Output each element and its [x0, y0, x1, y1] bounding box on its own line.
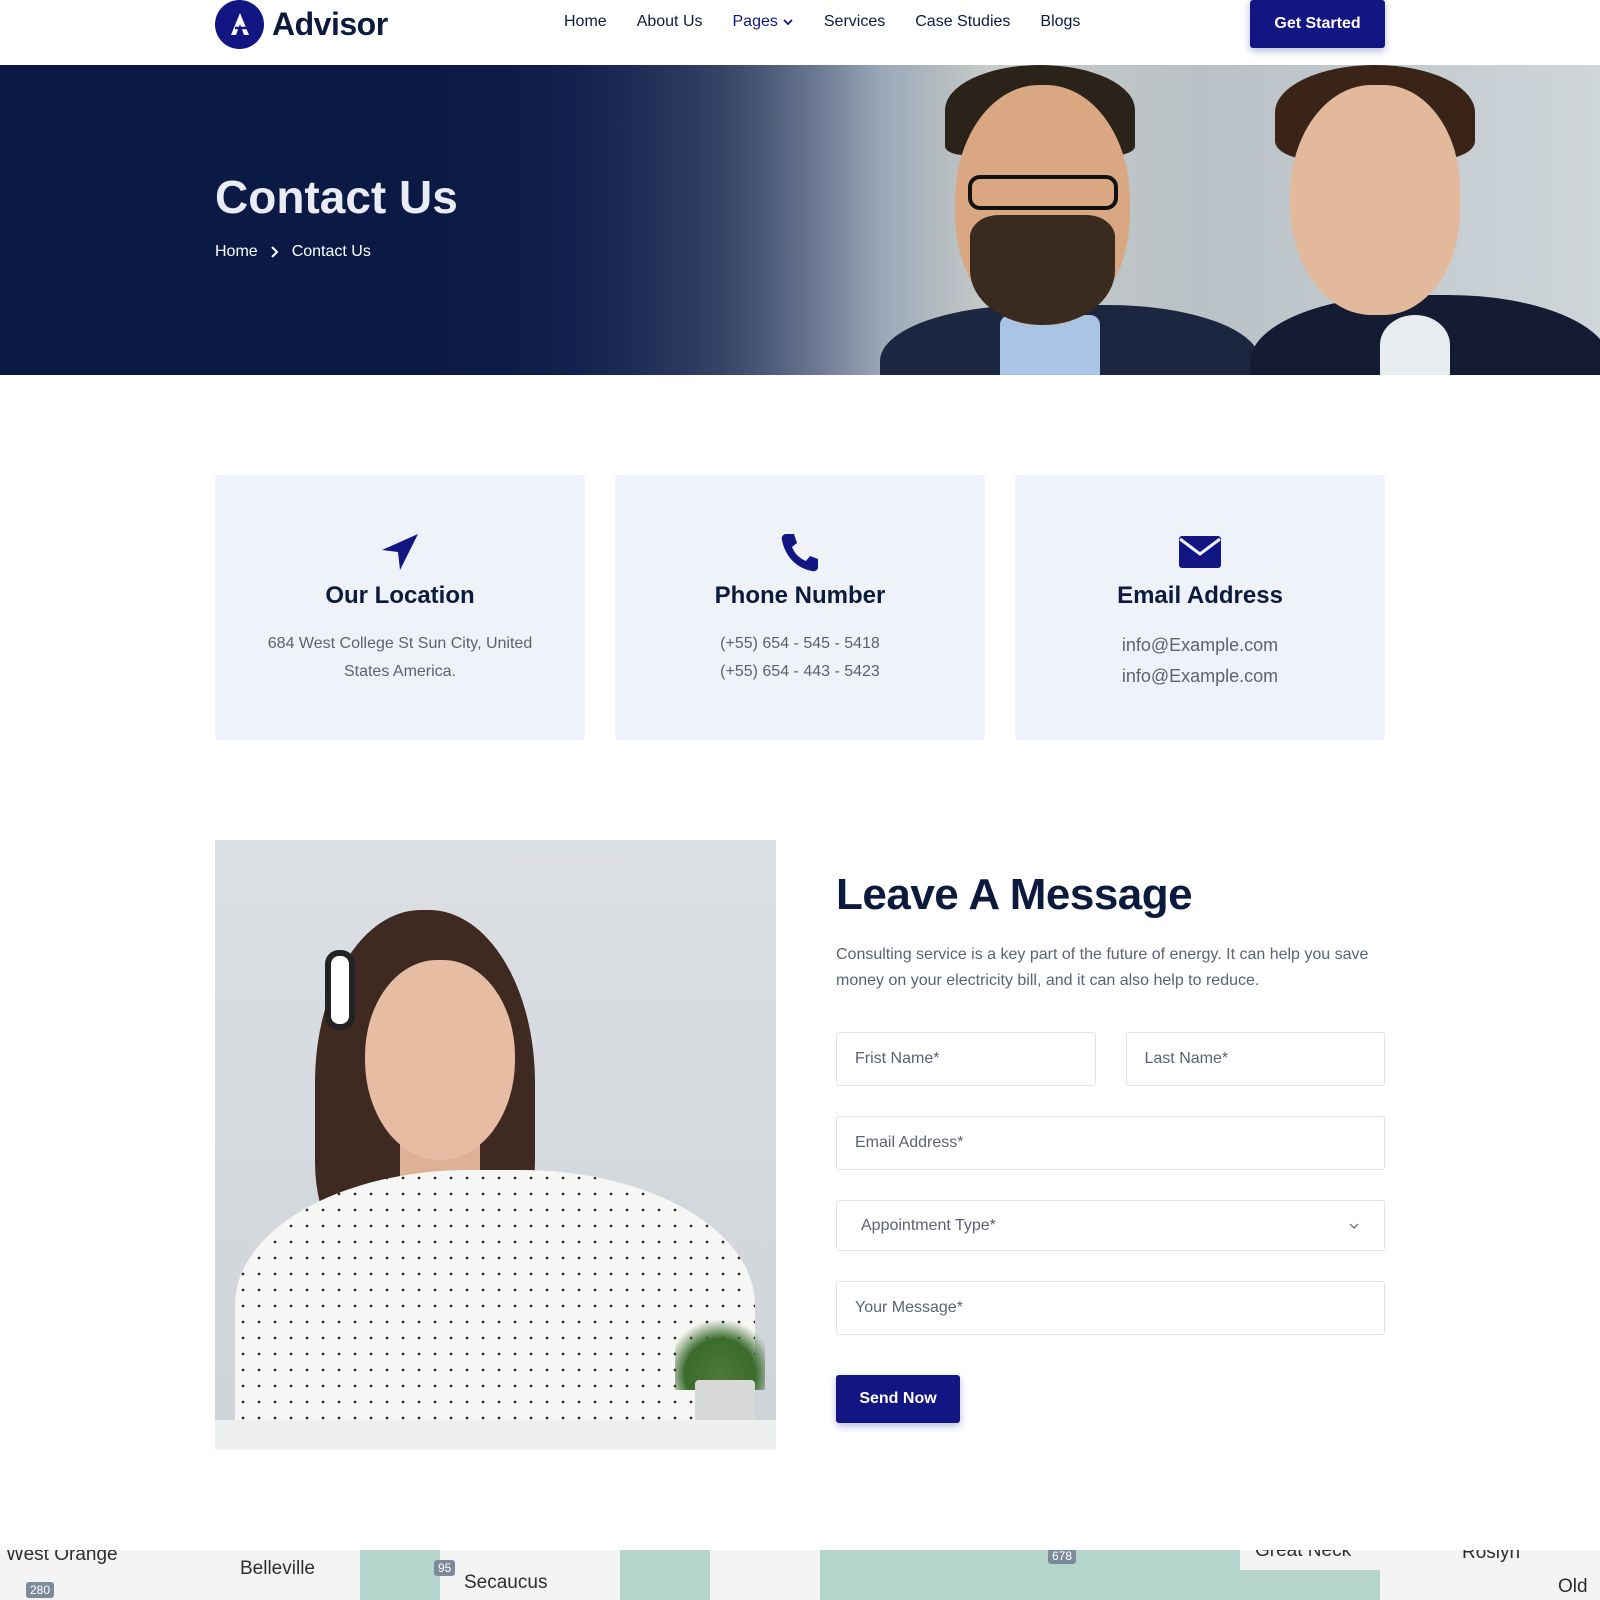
brand-name: Advisor [272, 5, 388, 42]
email-address-1[interactable]: info@Example.com [1122, 630, 1278, 661]
location-title: Our Location [325, 582, 475, 609]
photo-face [365, 960, 515, 1160]
map-label-belleville: Belleville [240, 1558, 315, 1579]
appointment-type-value: Appointment Type* [861, 1216, 996, 1234]
map-water [820, 1550, 1240, 1600]
appointment-type-select[interactable]: Appointment Type* [836, 1200, 1385, 1251]
support-agent-photo [215, 840, 776, 1450]
name-row [836, 1032, 1385, 1086]
chevron-down-icon [1349, 1223, 1359, 1229]
highway-shield-678: 678 [1048, 1550, 1077, 1564]
map-water [360, 1550, 440, 1600]
map-water [1240, 1570, 1380, 1600]
phone-card: Phone Number (+55) 654 - 545 - 5418 (+55… [615, 475, 985, 740]
highway-shield-280: 280 [26, 1582, 55, 1598]
nav-case-studies[interactable]: Case Studies [915, 13, 1010, 31]
nav-pages-label: Pages [732, 13, 778, 30]
map-water [620, 1550, 710, 1600]
site-header: Advisor Home About Us Pages Services Cas… [0, 0, 1600, 65]
page-hero: Contact Us Home Contact Us [0, 65, 1600, 375]
breadcrumb-current: Contact Us [291, 243, 371, 260]
email-row [836, 1116, 1385, 1170]
contact-form: Appointment Type* Send Now [836, 1032, 1385, 1423]
breadcrumb: Home Contact Us [215, 243, 371, 261]
message-title: Leave A Message [836, 870, 1193, 919]
chevron-down-icon [783, 19, 793, 26]
email-title: Email Address [1117, 582, 1283, 609]
main-nav: Home About Us Pages Services Case Studie… [564, 13, 1110, 31]
nav-pages[interactable]: Pages [733, 13, 794, 31]
phone-title: Phone Number [714, 582, 886, 609]
email-card: Email Address info@Example.com info@Exam… [1015, 475, 1385, 740]
nav-about[interactable]: About Us [637, 13, 703, 31]
get-started-button[interactable]: Get Started [1250, 0, 1385, 48]
logo-a-icon [215, 0, 264, 49]
map-label-west-orange: West Orange [6, 1550, 118, 1565]
page-title: Contact Us [215, 171, 458, 223]
map-label-old-w: Old W [1558, 1576, 1588, 1600]
envelope-icon [1179, 536, 1221, 568]
message-description: Consulting service is a key part of the … [836, 946, 1369, 989]
phone-icon [781, 534, 818, 572]
contact-info-cards: Our Location 684 West College St Sun Cit… [215, 475, 1385, 740]
message-row [836, 1281, 1385, 1335]
send-now-button[interactable]: Send Now [836, 1375, 960, 1423]
headset-icon [325, 950, 355, 1030]
map-label-secaucus: Secaucus [464, 1572, 548, 1593]
map-label-great-neck: Great Neck [1255, 1550, 1352, 1561]
email-input[interactable] [836, 1116, 1385, 1170]
logo[interactable]: Advisor [215, 0, 388, 49]
email-address-2[interactable]: info@Example.com [1122, 661, 1278, 692]
nav-blogs[interactable]: Blogs [1040, 13, 1080, 31]
nav-home[interactable]: Home [564, 13, 607, 31]
nav-services[interactable]: Services [824, 13, 885, 31]
message-section: Leave A Message Consulting service is a … [836, 870, 1385, 1423]
breadcrumb-home[interactable]: Home [215, 243, 258, 261]
location-map[interactable]: West Orange Belleville Secaucus Great Ne… [0, 1550, 1600, 1600]
location-address: 684 West College St Sun City, United Sta… [267, 635, 533, 680]
photo-plant [675, 1310, 765, 1390]
highway-shield-95: 95 [434, 1560, 456, 1576]
first-name-input[interactable] [836, 1032, 1096, 1086]
last-name-input[interactable] [1125, 1032, 1385, 1086]
message-input[interactable] [836, 1281, 1385, 1335]
phone-number-1[interactable]: (+55) 654 - 545 - 5418 [720, 630, 880, 658]
chevron-right-icon [270, 246, 279, 258]
photo-desk [215, 1420, 776, 1450]
location-card: Our Location 684 West College St Sun Cit… [215, 475, 585, 740]
navigation-arrow-icon [382, 534, 418, 570]
phone-number-2[interactable]: (+55) 654 - 443 - 5423 [720, 658, 880, 686]
map-label-roslyn: Roslyn [1462, 1550, 1521, 1563]
